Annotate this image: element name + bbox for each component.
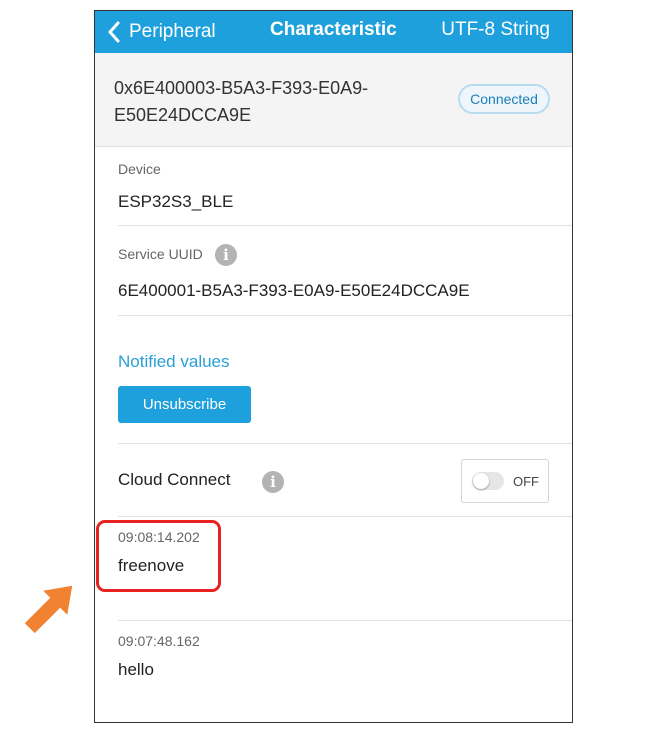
toggle-track bbox=[472, 472, 504, 490]
service-uuid-info-icon[interactable]: i bbox=[215, 244, 237, 266]
header-divider bbox=[95, 146, 572, 147]
service-uuid-value: 6E400001-B5A3-F393-E0A9-E50E24DCCA9E bbox=[118, 281, 470, 300]
back-button[interactable]: Peripheral bbox=[107, 18, 216, 46]
cloud-connect-info-icon[interactable]: i bbox=[262, 471, 284, 493]
annotation-arrow-icon bbox=[24, 585, 73, 634]
page-title: Characteristic bbox=[270, 19, 397, 40]
navigation-bar: Peripheral Characteristic UTF-8 String bbox=[95, 11, 572, 53]
service-divider bbox=[118, 315, 572, 316]
highlight-annotation bbox=[96, 520, 221, 592]
value-text: hello bbox=[118, 660, 154, 679]
chevron-left-icon bbox=[108, 21, 120, 43]
device-label: Device bbox=[118, 161, 161, 177]
connection-status-badge: Connected bbox=[458, 84, 550, 114]
service-uuid-label: Service UUID bbox=[118, 246, 203, 262]
characteristic-uuid-line2: E50E24DCCA9E bbox=[114, 105, 252, 125]
notified-values-title: Notified values bbox=[118, 352, 230, 371]
cloud-connect-toggle[interactable]: OFF bbox=[461, 459, 549, 503]
characteristic-uuid-line1: 0x6E400003-B5A3-F393-E0A9- bbox=[114, 78, 369, 98]
notified-divider bbox=[118, 443, 572, 444]
back-button-label: Peripheral bbox=[129, 21, 216, 42]
cloud-divider bbox=[118, 516, 572, 517]
device-divider bbox=[118, 225, 572, 226]
value-divider bbox=[118, 620, 572, 621]
device-name: ESP32S3_BLE bbox=[118, 192, 234, 211]
toggle-state-label: OFF bbox=[513, 473, 539, 489]
phone-screen: Peripheral Characteristic UTF-8 String 0… bbox=[94, 10, 573, 723]
characteristic-header: 0x6E400003-B5A3-F393-E0A9- E50E24DCCA9E … bbox=[95, 53, 572, 146]
format-selector-button[interactable]: UTF-8 String bbox=[441, 19, 550, 41]
characteristic-uuid: 0x6E400003-B5A3-F393-E0A9- E50E24DCCA9E bbox=[114, 75, 434, 129]
cloud-connect-label: Cloud Connect bbox=[118, 470, 231, 489]
unsubscribe-button[interactable]: Unsubscribe bbox=[118, 386, 251, 423]
value-timestamp: 09:07:48.162 bbox=[118, 633, 200, 649]
toggle-knob bbox=[473, 473, 489, 489]
